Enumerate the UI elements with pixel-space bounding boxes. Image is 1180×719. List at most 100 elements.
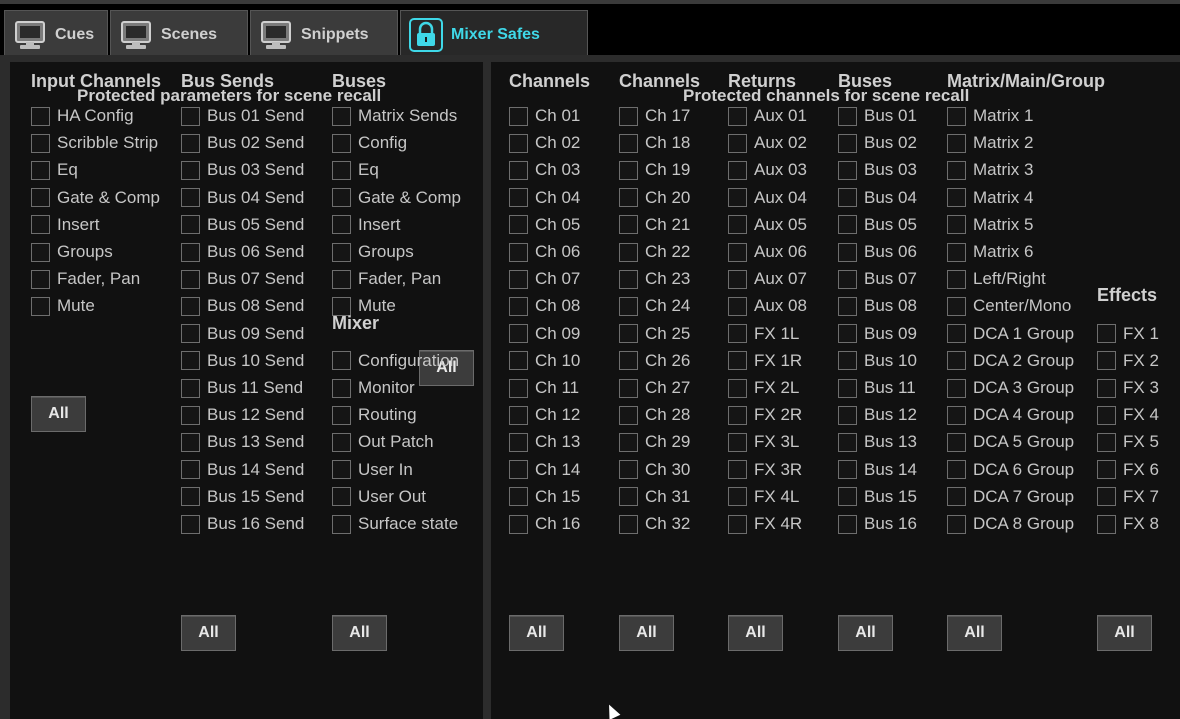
checkbox[interactable]: [619, 378, 638, 398]
safe-checkbox[interactable]: Out Patch: [332, 431, 434, 453]
checkbox[interactable]: [332, 215, 351, 235]
safe-checkbox[interactable]: Ch 28: [619, 404, 690, 426]
checkbox[interactable]: [838, 378, 857, 398]
safe-checkbox[interactable]: Matrix Sends: [332, 105, 457, 127]
checkbox[interactable]: [947, 215, 966, 235]
checkbox[interactable]: [838, 106, 857, 126]
safe-checkbox[interactable]: Ch 05: [509, 214, 580, 236]
checkbox[interactable]: [947, 405, 966, 425]
safe-checkbox[interactable]: Groups: [31, 241, 113, 263]
safe-checkbox[interactable]: Insert: [332, 214, 401, 236]
safe-checkbox[interactable]: Ch 15: [509, 486, 580, 508]
safe-checkbox[interactable]: Matrix 6: [947, 241, 1033, 263]
checkbox[interactable]: [619, 242, 638, 262]
checkbox[interactable]: [509, 242, 528, 262]
safe-checkbox[interactable]: Fader, Pan: [332, 268, 441, 290]
safe-checkbox[interactable]: Ch 04: [509, 187, 580, 209]
all-button[interactable]: All: [509, 615, 564, 651]
checkbox[interactable]: [728, 514, 747, 534]
checkbox[interactable]: [838, 460, 857, 480]
checkbox[interactable]: [947, 242, 966, 262]
safe-checkbox[interactable]: Bus 02 Send: [181, 132, 304, 154]
checkbox[interactable]: [509, 378, 528, 398]
safe-checkbox[interactable]: Bus 03: [838, 159, 917, 181]
tab-snippets[interactable]: Snippets: [250, 10, 398, 58]
safe-checkbox[interactable]: Groups: [332, 241, 414, 263]
all-button[interactable]: All: [838, 615, 893, 651]
safe-checkbox[interactable]: Eq: [332, 159, 379, 181]
safe-checkbox[interactable]: Bus 04: [838, 187, 917, 209]
checkbox[interactable]: [728, 432, 747, 452]
all-button[interactable]: All: [181, 615, 236, 651]
safe-checkbox[interactable]: Bus 12 Send: [181, 404, 304, 426]
safe-checkbox[interactable]: Matrix 4: [947, 187, 1033, 209]
checkbox[interactable]: [1097, 324, 1116, 344]
checkbox[interactable]: [181, 242, 200, 262]
safe-checkbox[interactable]: Aux 05: [728, 214, 807, 236]
checkbox[interactable]: [181, 487, 200, 507]
safe-checkbox[interactable]: FX 3L: [728, 431, 799, 453]
safe-checkbox[interactable]: Bus 04 Send: [181, 187, 304, 209]
safe-checkbox[interactable]: DCA 7 Group: [947, 486, 1074, 508]
safe-checkbox[interactable]: User In: [332, 459, 413, 481]
tab-scenes[interactable]: Scenes: [110, 10, 248, 58]
checkbox[interactable]: [31, 296, 50, 316]
checkbox[interactable]: [728, 269, 747, 289]
checkbox[interactable]: [838, 242, 857, 262]
checkbox[interactable]: [1097, 405, 1116, 425]
safe-checkbox[interactable]: FX 2: [1097, 350, 1159, 372]
tab-cues[interactable]: Cues: [4, 10, 108, 58]
checkbox[interactable]: [1097, 351, 1116, 371]
checkbox[interactable]: [619, 106, 638, 126]
checkbox[interactable]: [31, 106, 50, 126]
checkbox[interactable]: [1097, 432, 1116, 452]
safe-checkbox[interactable]: HA Config: [31, 105, 134, 127]
checkbox[interactable]: [181, 324, 200, 344]
all-button[interactable]: All: [1097, 615, 1152, 651]
checkbox[interactable]: [838, 405, 857, 425]
checkbox[interactable]: [947, 160, 966, 180]
checkbox[interactable]: [838, 324, 857, 344]
safe-checkbox[interactable]: Insert: [31, 214, 100, 236]
checkbox[interactable]: [728, 133, 747, 153]
safe-checkbox[interactable]: Aux 01: [728, 105, 807, 127]
checkbox[interactable]: [728, 378, 747, 398]
checkbox[interactable]: [947, 324, 966, 344]
safe-checkbox[interactable]: Mute: [31, 295, 95, 317]
safe-checkbox[interactable]: Ch 01: [509, 105, 580, 127]
checkbox[interactable]: [31, 215, 50, 235]
safe-checkbox[interactable]: FX 7: [1097, 486, 1159, 508]
safe-checkbox[interactable]: FX 4: [1097, 404, 1159, 426]
all-button[interactable]: All: [619, 615, 674, 651]
safe-checkbox[interactable]: Matrix 3: [947, 159, 1033, 181]
safe-checkbox[interactable]: Ch 16: [509, 513, 580, 535]
safe-checkbox[interactable]: FX 2R: [728, 404, 802, 426]
safe-checkbox[interactable]: Bus 06 Send: [181, 241, 304, 263]
safe-checkbox[interactable]: Fader, Pan: [31, 268, 140, 290]
checkbox[interactable]: [31, 133, 50, 153]
safe-checkbox[interactable]: Bus 16: [838, 513, 917, 535]
safe-checkbox[interactable]: Ch 19: [619, 159, 690, 181]
checkbox[interactable]: [947, 378, 966, 398]
safe-checkbox[interactable]: Ch 18: [619, 132, 690, 154]
checkbox[interactable]: [947, 188, 966, 208]
safe-checkbox[interactable]: Aux 07: [728, 268, 807, 290]
safe-checkbox[interactable]: Bus 06: [838, 241, 917, 263]
checkbox[interactable]: [838, 188, 857, 208]
checkbox[interactable]: [332, 460, 351, 480]
checkbox[interactable]: [509, 215, 528, 235]
checkbox[interactable]: [509, 460, 528, 480]
safe-checkbox[interactable]: Ch 21: [619, 214, 690, 236]
safe-checkbox[interactable]: DCA 6 Group: [947, 459, 1074, 481]
all-button[interactable]: All: [728, 615, 783, 651]
checkbox[interactable]: [332, 188, 351, 208]
checkbox[interactable]: [31, 188, 50, 208]
checkbox[interactable]: [509, 188, 528, 208]
safe-checkbox[interactable]: Ch 09: [509, 323, 580, 345]
safe-checkbox[interactable]: Ch 03: [509, 159, 580, 181]
checkbox[interactable]: [509, 106, 528, 126]
safe-checkbox[interactable]: Bus 10: [838, 350, 917, 372]
checkbox[interactable]: [509, 324, 528, 344]
checkbox[interactable]: [509, 269, 528, 289]
safe-checkbox[interactable]: Monitor: [332, 377, 415, 399]
